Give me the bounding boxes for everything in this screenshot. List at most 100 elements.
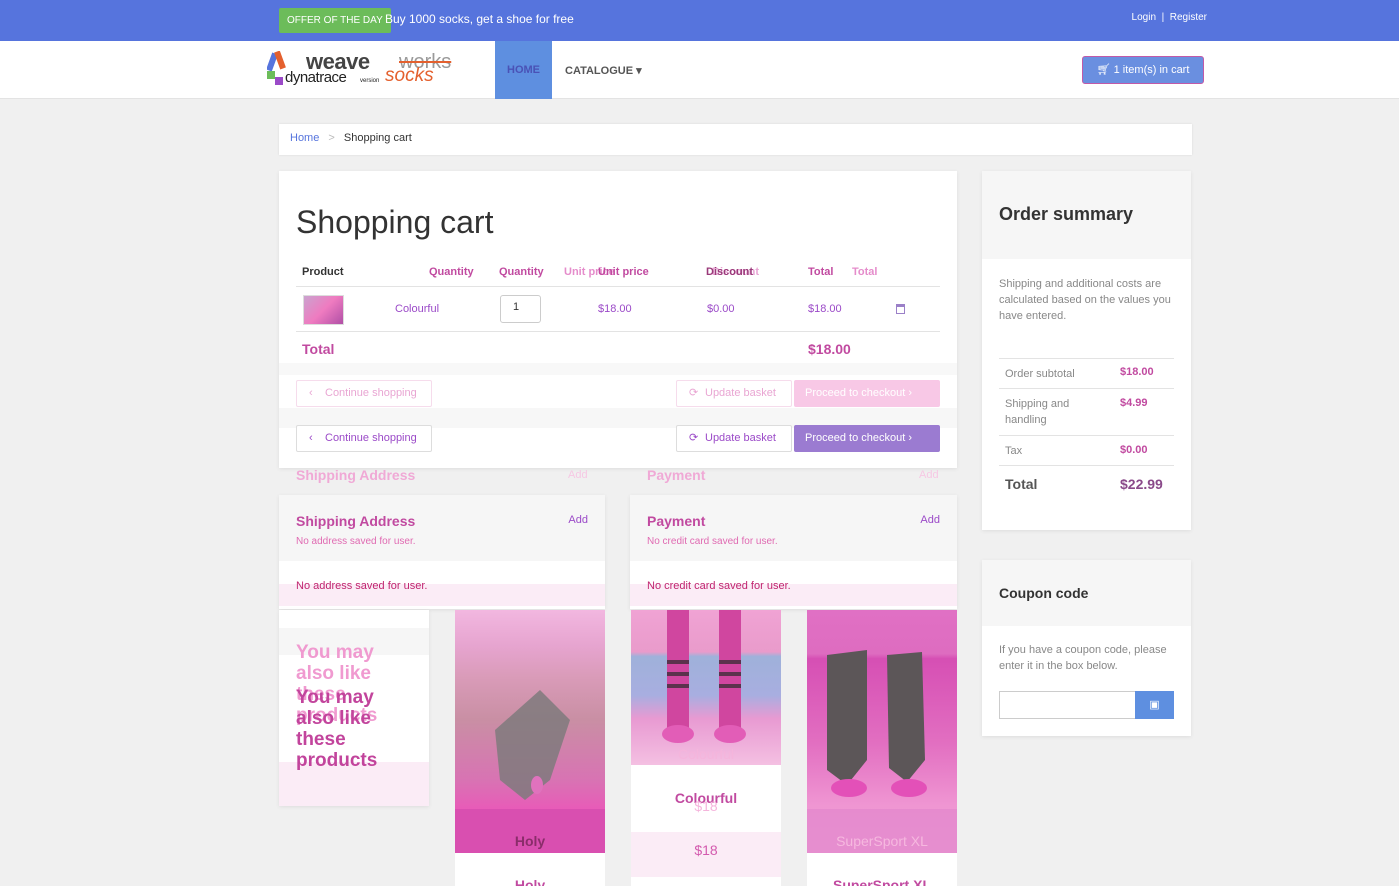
logo-dynatrace-text: dynatrace	[285, 69, 347, 86]
summary-total-label: Total	[1005, 476, 1038, 492]
sock-photo-icon	[662, 610, 746, 743]
header-discount: Discount	[706, 266, 754, 278]
payment-title: Payment	[647, 513, 706, 529]
shipping-value: $4.99	[1120, 397, 1148, 409]
update-basket-button-ghost[interactable]: ⟳ Update basket	[676, 380, 792, 407]
product-name[interactable]: Colourful	[395, 303, 439, 315]
coupon-panel: Coupon code If you have a coupon code, p…	[982, 560, 1191, 736]
sock-photo-icon	[807, 650, 957, 853]
product-image[interactable]	[631, 610, 781, 765]
divider	[999, 358, 1174, 359]
gift-icon: ▣	[1149, 699, 1160, 711]
header-total: Total	[808, 266, 834, 278]
chevron-right-icon: ›	[908, 387, 913, 399]
checkout-label: Proceed to checkout	[805, 432, 906, 444]
update-basket-label: Update basket	[705, 387, 776, 399]
shipping-add-ghost[interactable]: Add	[568, 469, 588, 481]
breadcrumb-separator: >	[328, 132, 335, 144]
order-summary-panel: Order summary Shipping and additional co…	[982, 171, 1191, 530]
unit-price: $18.00	[598, 303, 632, 315]
product-image[interactable]	[807, 610, 957, 853]
sock-photo-icon	[455, 690, 605, 853]
cart-icon: 🛒︎	[1096, 64, 1111, 76]
nav-catalogue[interactable]: CATALOGUE ▾	[565, 64, 642, 77]
cart-panel: Shopping cart Product Quantity Quantity …	[279, 171, 957, 468]
logo-socks-text: socks	[385, 65, 434, 86]
breadcrumb-home[interactable]: Home	[290, 132, 319, 144]
row-band	[279, 363, 957, 375]
breadcrumb: Home > Shopping cart	[279, 124, 1192, 155]
checkout-button-ghost[interactable]: Proceed to checkout ›	[794, 380, 940, 407]
summary-total-value: $22.99	[1120, 476, 1163, 492]
payment-empty: No credit card saved for user.	[647, 580, 791, 592]
continue-shopping-label: Continue shopping	[325, 432, 417, 444]
continue-shopping-button-ghost[interactable]: ‹ Continue shopping	[296, 380, 432, 407]
subtotal-value: $18.00	[1120, 366, 1154, 378]
page-title: Shopping cart	[296, 204, 494, 240]
divider	[999, 388, 1174, 389]
payment-add-ghost[interactable]: Add	[919, 469, 939, 481]
register-link[interactable]: Register	[1170, 12, 1207, 23]
offer-badge[interactable]: OFFER OF THE DAY	[279, 8, 391, 33]
product-name[interactable]: Holy	[455, 877, 605, 886]
coupon-title: Coupon code	[999, 585, 1089, 601]
logo-version-text: version	[360, 78, 380, 84]
login-link[interactable]: Login	[1132, 12, 1156, 23]
tax-label: Tax	[1005, 445, 1023, 457]
product-card[interactable]: Colourful Colourful $18 $18	[631, 610, 781, 886]
product-name-ghost: Colourful	[677, 746, 735, 762]
payment-title-ghost: Payment	[647, 467, 706, 483]
cart-total-label: Total	[302, 341, 335, 357]
shipping-address-panel: Shipping Address Add No address saved fo…	[279, 495, 605, 609]
cart-total-value: $18.00	[808, 341, 851, 357]
continue-shopping-button[interactable]: ‹ Continue shopping	[296, 425, 432, 452]
product-card[interactable]: Holy Holy	[455, 610, 605, 886]
payment-add-link[interactable]: Add	[920, 514, 940, 526]
tax-value: $0.00	[1120, 444, 1148, 456]
product-name-overlay: Holy	[514, 833, 546, 849]
checkout-button[interactable]: Proceed to checkout ›	[794, 425, 940, 452]
order-summary-title: Order summary	[999, 204, 1134, 224]
product-name[interactable]: SuperSport XL	[807, 877, 957, 886]
nav-catalogue-label: CATALOGUE	[565, 65, 634, 77]
shipping-label: Shipping and handling	[1005, 398, 1070, 426]
chevron-left-icon: ‹	[309, 432, 313, 444]
update-basket-label: Update basket	[705, 432, 776, 444]
caret-down-icon: ▾	[636, 65, 642, 77]
refresh-icon: ⟳	[689, 432, 699, 444]
product-card[interactable]: SuperSport XL SuperSport XL	[807, 610, 957, 886]
cart-button[interactable]: 🛒︎ 1 item(s) in cart	[1082, 56, 1204, 84]
header-product: Product	[302, 266, 344, 278]
cart-button-label: 1 item(s) in cart	[1113, 64, 1190, 76]
coupon-input[interactable]	[999, 691, 1136, 719]
line-total: $18.00	[808, 303, 842, 315]
shipping-title-ghost: Shipping Address	[296, 467, 416, 483]
quantity-input[interactable]: 1	[500, 295, 541, 323]
refresh-icon: ⟳	[689, 387, 699, 399]
coupon-note: If you have a coupon code, please enter …	[999, 644, 1167, 672]
weaveworks-logo[interactable]: weave works dynatrace version socks	[267, 49, 463, 91]
order-summary-note: Shipping and additional costs are calcul…	[999, 278, 1171, 322]
header-quantity: Quantity	[499, 266, 544, 278]
product-name-ghost: SuperSport XL	[836, 833, 928, 849]
divider	[999, 465, 1174, 466]
product-image[interactable]	[455, 610, 605, 853]
chevron-right-icon: ›	[908, 432, 913, 444]
shipping-add-link[interactable]: Add	[568, 514, 588, 526]
divider	[296, 286, 940, 287]
payment-empty-ghost: No credit card saved for user.	[647, 536, 778, 547]
divider	[296, 331, 940, 332]
shipping-title: Shipping Address	[296, 513, 416, 529]
coupon-apply-button[interactable]: ▣	[1135, 691, 1174, 719]
shipping-empty-ghost: No address saved for user.	[296, 536, 416, 547]
continue-shopping-label: Continue shopping	[325, 387, 417, 399]
payment-panel: Payment Add No credit card saved for use…	[630, 495, 957, 609]
nav-home[interactable]: HOME	[495, 41, 552, 99]
subtotal-label: Order subtotal	[1005, 368, 1075, 380]
update-basket-button[interactable]: ⟳ Update basket	[676, 425, 792, 452]
product-price-ghost: $18	[694, 798, 718, 814]
product-thumbnail[interactable]	[303, 295, 344, 325]
trash-icon[interactable]	[896, 304, 905, 314]
recommend-title: You may also like these products	[296, 687, 378, 771]
shipping-empty: No address saved for user.	[296, 580, 428, 592]
